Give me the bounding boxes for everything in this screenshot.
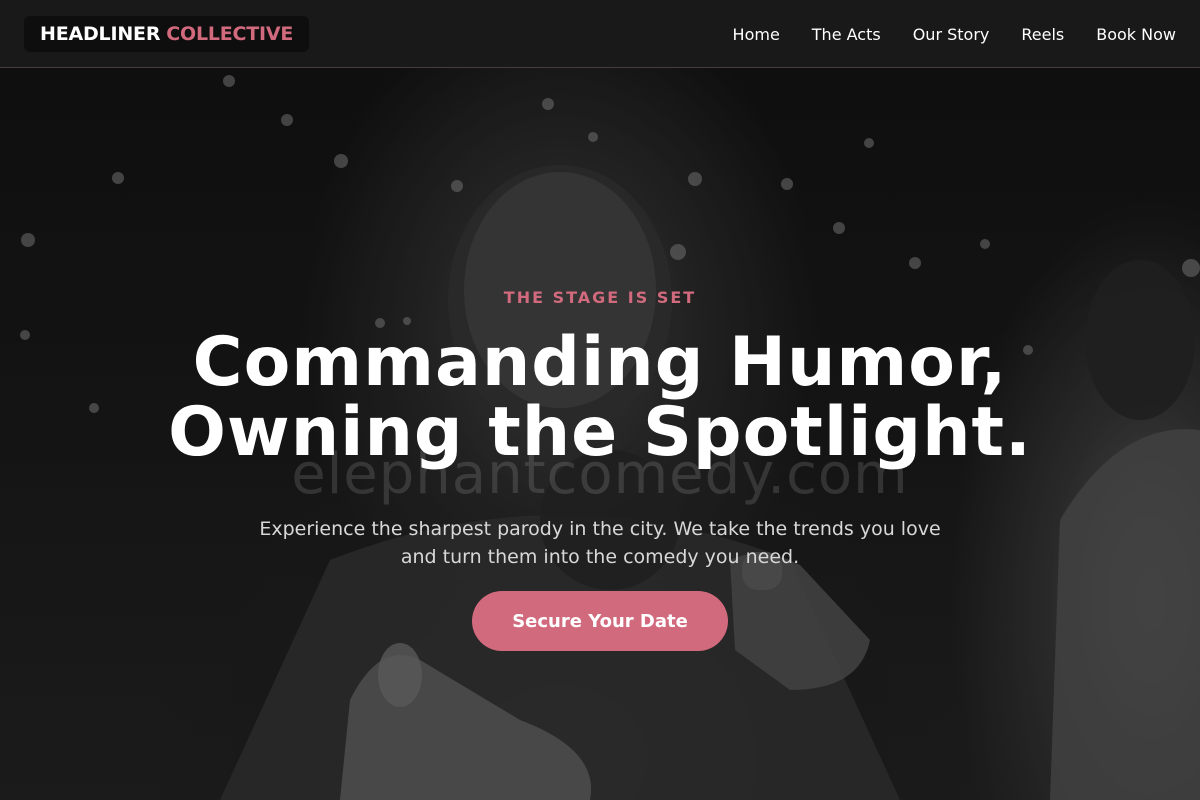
hero-headline-line-2: Owning the Spotlight. xyxy=(168,393,1032,472)
hero-section: THE STAGE IS SET Commanding Humor, Ownin… xyxy=(0,0,1200,800)
logo-word-accent: COLLECTIVE xyxy=(166,23,294,45)
hero-subtitle: Experience the sharpest parody in the ci… xyxy=(259,518,941,568)
hero-headline: Commanding Humor, Owning the Spotlight. xyxy=(0,328,1200,468)
nav-link-reels[interactable]: Reels xyxy=(1021,25,1064,44)
nav-link-book-now[interactable]: Book Now xyxy=(1096,25,1176,44)
site-header: HEADLINER COLLECTIVE Home The Acts Our S… xyxy=(0,0,1200,68)
hero-eyebrow: THE STAGE IS SET xyxy=(503,288,697,307)
hero-headline-line-1: Commanding Humor, xyxy=(192,323,1008,402)
secure-your-date-button[interactable]: Secure Your Date xyxy=(472,591,728,651)
page: elephantcomedy.com HEADLINER COLLECTIVE … xyxy=(0,0,1200,800)
main-nav: Home The Acts Our Story Reels Book Now xyxy=(701,0,1176,68)
nav-link-our-story[interactable]: Our Story xyxy=(913,25,990,44)
brand-logo[interactable]: HEADLINER COLLECTIVE xyxy=(24,16,310,52)
nav-link-home[interactable]: Home xyxy=(733,25,780,44)
logo-word-primary: HEADLINER xyxy=(40,23,161,45)
nav-link-the-acts[interactable]: The Acts xyxy=(812,25,881,44)
